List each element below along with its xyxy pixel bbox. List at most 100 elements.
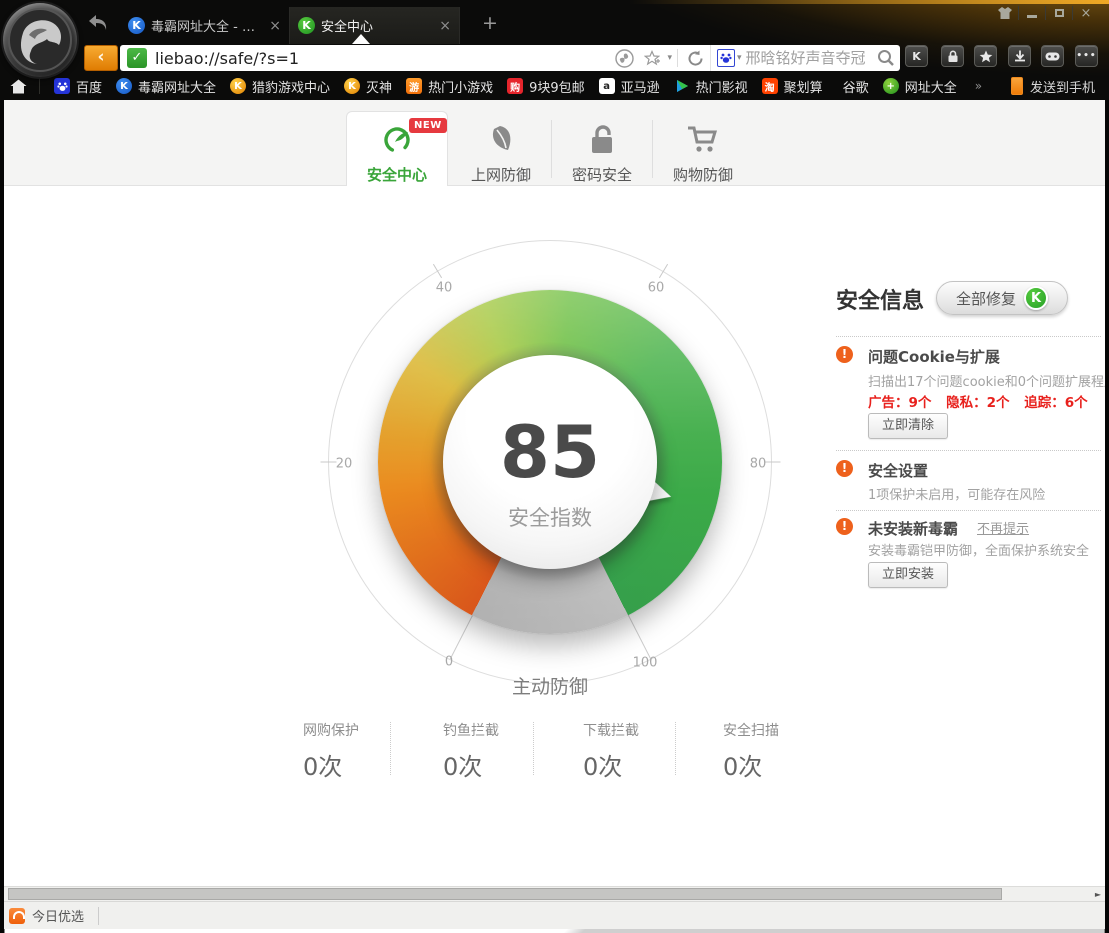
skin-theme-icon[interactable] <box>992 5 1018 22</box>
k-badge-icon: K <box>1024 286 1048 310</box>
bookmark-mieshen[interactable]: K 灭神 <box>344 77 392 96</box>
green-globe-icon: + <box>883 78 899 94</box>
issue-duba-desc: 安装毒霸铠甲防御，全面保护系统安全 <box>868 540 1089 559</box>
tab-close-icon[interactable]: × <box>439 18 451 34</box>
dismiss-link[interactable]: 不再提示 <box>977 518 1029 537</box>
tab-security-center[interactable]: K 安全中心 × <box>290 7 460 44</box>
tab-title: 安全中心 <box>321 16 433 35</box>
url-text[interactable]: liebao://safe/?s=1 <box>155 49 299 68</box>
window-controls: × <box>992 4 1099 22</box>
stat-value: 0次 <box>443 747 573 782</box>
duba-favicon-icon: K <box>128 17 145 34</box>
active-tab-pointer <box>352 34 370 44</box>
baidu-paw-icon[interactable] <box>717 49 735 67</box>
site-safety-check-icon[interactable]: ✓ <box>127 48 147 68</box>
active-defense-label: 主动防御 <box>320 672 780 699</box>
refresh-icon[interactable] <box>686 49 705 68</box>
bookmark-amazon[interactable]: a 亚马逊 <box>599 77 660 96</box>
minimize-button[interactable] <box>1019 5 1045 22</box>
bookmark-google[interactable]: 谷歌 <box>837 77 869 96</box>
install-now-button[interactable]: 立即安装 <box>868 562 948 588</box>
duba-k-icon: K <box>116 78 132 94</box>
tab-label: 上网防御 <box>450 164 552 185</box>
divider <box>836 450 1101 451</box>
tab-password-safety[interactable]: 密码安全 <box>551 112 653 186</box>
issue-settings-title: 安全设置 <box>868 460 928 481</box>
bookmark-9kuai9[interactable]: 购 9块9包邮 <box>507 77 585 96</box>
phone-icon <box>1011 77 1023 95</box>
search-engine-caret-icon[interactable]: ▾ <box>737 53 742 63</box>
daily-picks-label[interactable]: 今日优选 <box>32 906 84 925</box>
star-caret-icon[interactable]: ▾ <box>667 53 672 63</box>
mieshen-icon: K <box>344 78 360 94</box>
downloads-button[interactable] <box>1008 45 1031 67</box>
restore-button[interactable] <box>1046 5 1072 22</box>
address-bar[interactable]: ✓ liebao://safe/?s=1 ▾ ▾ <box>120 45 900 71</box>
back-button[interactable]: ‹ <box>84 45 118 71</box>
liebao-cheetah-logo[interactable] <box>3 3 77 77</box>
cart-icon <box>652 120 754 156</box>
games-gamepad-button[interactable] <box>1041 45 1064 67</box>
tab-duba-site[interactable]: K 毒霸网址大全 - 安全... × <box>120 7 290 44</box>
warning-icon: ! <box>836 460 853 477</box>
tab-web-defense[interactable]: 上网防御 <box>450 112 552 186</box>
kingsoft-k-button[interactable]: K <box>905 45 928 67</box>
feature-tab-bar: NEW 安全中心 上网防御 密码安全 购物防御 <box>4 100 1105 186</box>
lock-icon <box>551 120 653 156</box>
send-to-phone-button[interactable]: 发送到手机 <box>1011 77 1095 96</box>
game-center-icon: K <box>230 78 246 94</box>
tab-label: 密码安全 <box>551 164 653 185</box>
history-back-arrow-icon[interactable] <box>86 12 110 34</box>
amazon-icon: a <box>599 78 615 94</box>
security-index-value: 85 <box>320 416 780 488</box>
bookmark-site-nav[interactable]: + 网址大全 <box>883 77 957 96</box>
fan-accelerate-icon[interactable] <box>615 49 634 68</box>
bookmark-game-center[interactable]: K 猎豹游戏中心 <box>230 77 330 96</box>
new-tab-button[interactable]: + <box>482 14 498 32</box>
bookmark-baidu[interactable]: 百度 <box>54 77 102 96</box>
close-window-button[interactable]: × <box>1073 5 1099 22</box>
divider <box>390 722 391 775</box>
tab-security-center-feature[interactable]: NEW 安全中心 <box>346 111 448 186</box>
ad-count: 广告：9个 <box>868 395 931 411</box>
horizontal-scrollbar[interactable]: ◄ ► <box>4 886 1105 901</box>
fix-all-button[interactable]: 全部修复 K <box>936 281 1068 315</box>
tab-strip: K 毒霸网址大全 - 安全... × K 安全中心 × <box>120 7 460 44</box>
tab-close-icon[interactable]: × <box>269 18 281 34</box>
scale-60: 60 <box>648 281 665 296</box>
stat-label: 网购保护 <box>303 720 433 740</box>
privacy-lock-button[interactable] <box>941 45 964 67</box>
toolbar: ‹ ✓ liebao://safe/?s=1 ▾ <box>0 44 1109 72</box>
stat-shopping-protection: 网购保护 0次 <box>303 720 433 782</box>
send-to-phone-label: 发送到手机 <box>1030 77 1095 96</box>
search-box[interactable]: ▾ <box>710 45 900 71</box>
clean-now-button[interactable]: 立即清除 <box>868 413 948 439</box>
tab-title: 毒霸网址大全 - 安全... <box>151 16 263 35</box>
tab-label: 购物防御 <box>652 164 754 185</box>
leaf-shield-icon <box>450 120 552 156</box>
bookmark-movies[interactable]: 热门影视 <box>674 77 748 96</box>
bookmarks-overflow-icon[interactable]: » <box>975 79 982 93</box>
scale-100: 100 <box>633 656 658 671</box>
scroll-right-arrow[interactable]: ► <box>1091 887 1105 902</box>
tab-label: 安全中心 <box>347 164 447 185</box>
search-magnifier-icon[interactable] <box>877 49 895 67</box>
bookmark-mini-games[interactable]: 游 热门小游戏 <box>406 77 493 96</box>
browser-window: K 毒霸网址大全 - 安全... × K 安全中心 × + × <box>0 0 1109 933</box>
bookmark-duba-nav[interactable]: K 毒霸网址大全 <box>116 77 216 96</box>
security-center-page: NEW 安全中心 上网防御 密码安全 购物防御 <box>4 100 1105 886</box>
security-index-gauge: 0 20 40 60 80 100 85 安全指数 <box>320 232 780 692</box>
scrollbar-thumb[interactable] <box>8 888 1002 900</box>
stat-label: 下载拦截 <box>583 720 713 740</box>
home-button[interactable] <box>10 79 27 94</box>
bookmark-star-icon[interactable] <box>644 50 660 66</box>
fix-all-label: 全部修复 <box>956 288 1016 309</box>
search-input[interactable] <box>744 48 872 68</box>
favorites-star-button[interactable] <box>974 45 997 67</box>
bookmark-juhuasuan[interactable]: 淘 聚划算 <box>762 77 823 96</box>
stat-security-scan: 安全扫描 0次 <box>723 720 853 782</box>
tab-shopping-defense[interactable]: 购物防御 <box>652 112 754 186</box>
divider <box>836 510 1101 511</box>
mini-games-icon: 游 <box>406 78 422 94</box>
menu-ellipsis-button[interactable]: ••• <box>1075 45 1098 67</box>
